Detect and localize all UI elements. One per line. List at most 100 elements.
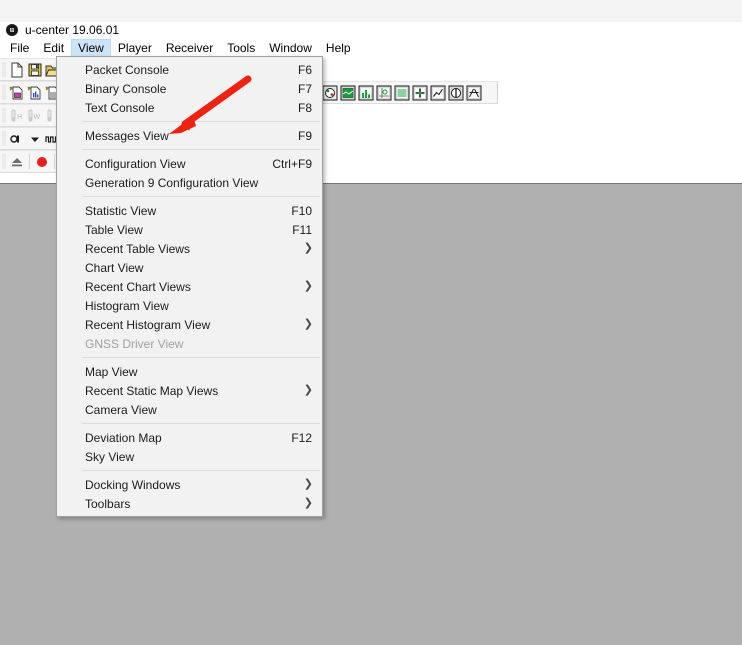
height-indicator-icon[interactable]: H <box>9 108 25 124</box>
toolbar-grip-handle[interactable] <box>2 62 6 77</box>
submenu-chevron-right-icon: ❯ <box>303 242 313 254</box>
new-chart-document-icon[interactable] <box>9 85 25 101</box>
menu-tools[interactable]: Tools <box>220 39 262 56</box>
window-title: u-center 19.06.01 <box>25 23 120 37</box>
menu-item-label: Generation 9 Configuration View <box>85 175 259 190</box>
menu-item-map-view[interactable]: Map View <box>57 362 322 381</box>
camera-view-icon[interactable] <box>466 85 482 101</box>
menu-view[interactable]: View <box>71 39 111 56</box>
menu-item-configuration-view[interactable]: Configuration View Ctrl+F9 <box>57 154 322 173</box>
u-center-application-window: u u-center 19.06.01 File Edit View Playe… <box>0 0 742 645</box>
menu-item-text-console[interactable]: Text Console F8 <box>57 98 322 117</box>
histogram-view-icon[interactable] <box>358 85 374 101</box>
menu-separator <box>59 149 320 150</box>
menu-item-accelerator: F9 <box>297 128 312 143</box>
menu-item-histogram-view[interactable]: Histogram View <box>57 296 322 315</box>
menu-item-recent-static-map-views[interactable]: Recent Static Map Views ❯ <box>57 381 322 400</box>
menu-item-label: Camera View <box>85 402 157 417</box>
menu-item-deviation-map[interactable]: Deviation Map F12 <box>57 428 322 447</box>
view-dropdown-menu: Packet Console F6 Binary Console F7 Text… <box>56 56 323 517</box>
menu-item-recent-chart-views[interactable]: Recent Chart Views ❯ <box>57 277 322 296</box>
statistic-view-icon[interactable] <box>412 85 428 101</box>
menu-item-chart-view[interactable]: Chart View <box>57 258 322 277</box>
compass-view-icon[interactable] <box>448 85 464 101</box>
table-view-icon[interactable] <box>394 85 410 101</box>
svg-text:H: H <box>17 114 22 121</box>
menu-help[interactable]: Help <box>319 39 358 56</box>
toolbar-documents <box>0 81 59 104</box>
menu-item-label: Map View <box>85 364 138 379</box>
dropdown-arrow-icon[interactable] <box>27 131 43 147</box>
map-view-icon[interactable] <box>340 85 356 101</box>
menu-file[interactable]: File <box>3 39 36 56</box>
submenu-chevron-right-icon: ❯ <box>303 318 313 330</box>
record-icon[interactable] <box>34 154 50 170</box>
menu-item-label: Text Console <box>85 100 155 115</box>
menu-item-table-view[interactable]: Table View F11 <box>57 220 322 239</box>
menu-separator <box>59 196 320 197</box>
toolbar-indicators: H W <box>0 104 58 127</box>
title-bar: u u-center 19.06.01 <box>0 22 742 38</box>
toolbar-grip-handle[interactable] <box>2 154 6 169</box>
menu-bar: File Edit View Player Receiver Tools Win… <box>0 39 742 56</box>
submenu-chevron-right-icon: ❯ <box>303 497 313 509</box>
menu-item-label: Statistic View <box>85 203 157 218</box>
sky-view-icon[interactable] <box>322 85 338 101</box>
menu-separator <box>59 470 320 471</box>
menu-window[interactable]: Window <box>262 39 319 56</box>
menu-edit[interactable]: Edit <box>36 39 71 56</box>
width-indicator-icon[interactable]: W <box>27 108 43 124</box>
save-icon[interactable] <box>27 62 43 78</box>
menu-item-label: Binary Console <box>85 81 167 96</box>
menu-item-toolbars[interactable]: Toolbars ❯ <box>57 494 322 513</box>
toolbar-views <box>318 81 498 104</box>
menu-item-accelerator: F11 <box>292 222 312 237</box>
menu-item-messages-view[interactable]: Messages View F9 <box>57 126 322 145</box>
menu-item-label: Chart View <box>85 260 144 275</box>
toolbar-separator <box>54 154 55 169</box>
menu-receiver[interactable]: Receiver <box>159 39 220 56</box>
menu-item-label: Histogram View <box>85 298 169 313</box>
toolbar-file <box>0 58 61 81</box>
menu-player[interactable]: Player <box>111 39 159 56</box>
menu-item-binary-console[interactable]: Binary Console F7 <box>57 79 322 98</box>
menu-item-label: Docking Windows <box>85 477 181 492</box>
menu-item-sky-view[interactable]: Sky View <box>57 447 322 466</box>
menu-item-accelerator: F12 <box>291 430 312 445</box>
menu-item-recent-table-views[interactable]: Recent Table Views ❯ <box>57 239 322 258</box>
menu-item-camera-view[interactable]: Camera View <box>57 400 322 419</box>
menu-item-label: Recent Chart Views <box>85 279 191 294</box>
svg-text:W: W <box>34 114 41 121</box>
menu-item-label: Recent Table Views <box>85 241 190 256</box>
menu-item-label: Recent Static Map Views <box>85 383 219 398</box>
menu-item-label: GNSS Driver View <box>85 336 184 351</box>
menu-item-label: Recent Histogram View <box>85 317 211 332</box>
toolbar-grip-handle[interactable] <box>2 85 6 100</box>
menu-item-accelerator: Ctrl+F9 <box>272 156 312 171</box>
menu-item-label: Packet Console <box>85 62 170 77</box>
toolbar-recording <box>0 150 58 173</box>
menu-item-label: Toolbars <box>85 496 131 511</box>
menu-separator <box>59 121 320 122</box>
menu-item-label: Messages View <box>85 128 169 143</box>
u-blox-logo-icon: u <box>6 24 18 36</box>
toolbar-grip-handle[interactable] <box>2 131 6 146</box>
chart-view-icon[interactable] <box>430 85 446 101</box>
window-chrome-strip <box>0 0 742 22</box>
menu-item-accelerator: F8 <box>297 100 312 115</box>
new-histogram-document-icon[interactable] <box>27 85 43 101</box>
new-document-icon[interactable] <box>9 62 25 78</box>
toolbar-epoch <box>0 127 60 150</box>
menu-item-statistic-view[interactable]: Statistic View F10 <box>57 201 322 220</box>
eject-icon[interactable] <box>9 154 25 170</box>
epoch-marker-icon[interactable] <box>9 131 25 147</box>
menu-item-packet-console[interactable]: Packet Console F6 <box>57 60 322 79</box>
deviation-map-icon[interactable] <box>376 85 392 101</box>
submenu-chevron-right-icon: ❯ <box>303 384 313 396</box>
menu-item-docking-windows[interactable]: Docking Windows ❯ <box>57 475 322 494</box>
menu-item-label: Deviation Map <box>85 430 162 445</box>
menu-item-generation-9-configuration-view[interactable]: Generation 9 Configuration View <box>57 173 322 192</box>
menu-item-recent-histogram-view[interactable]: Recent Histogram View ❯ <box>57 315 322 334</box>
toolbar-grip-handle[interactable] <box>2 108 6 123</box>
menu-item-accelerator: F7 <box>297 81 312 96</box>
